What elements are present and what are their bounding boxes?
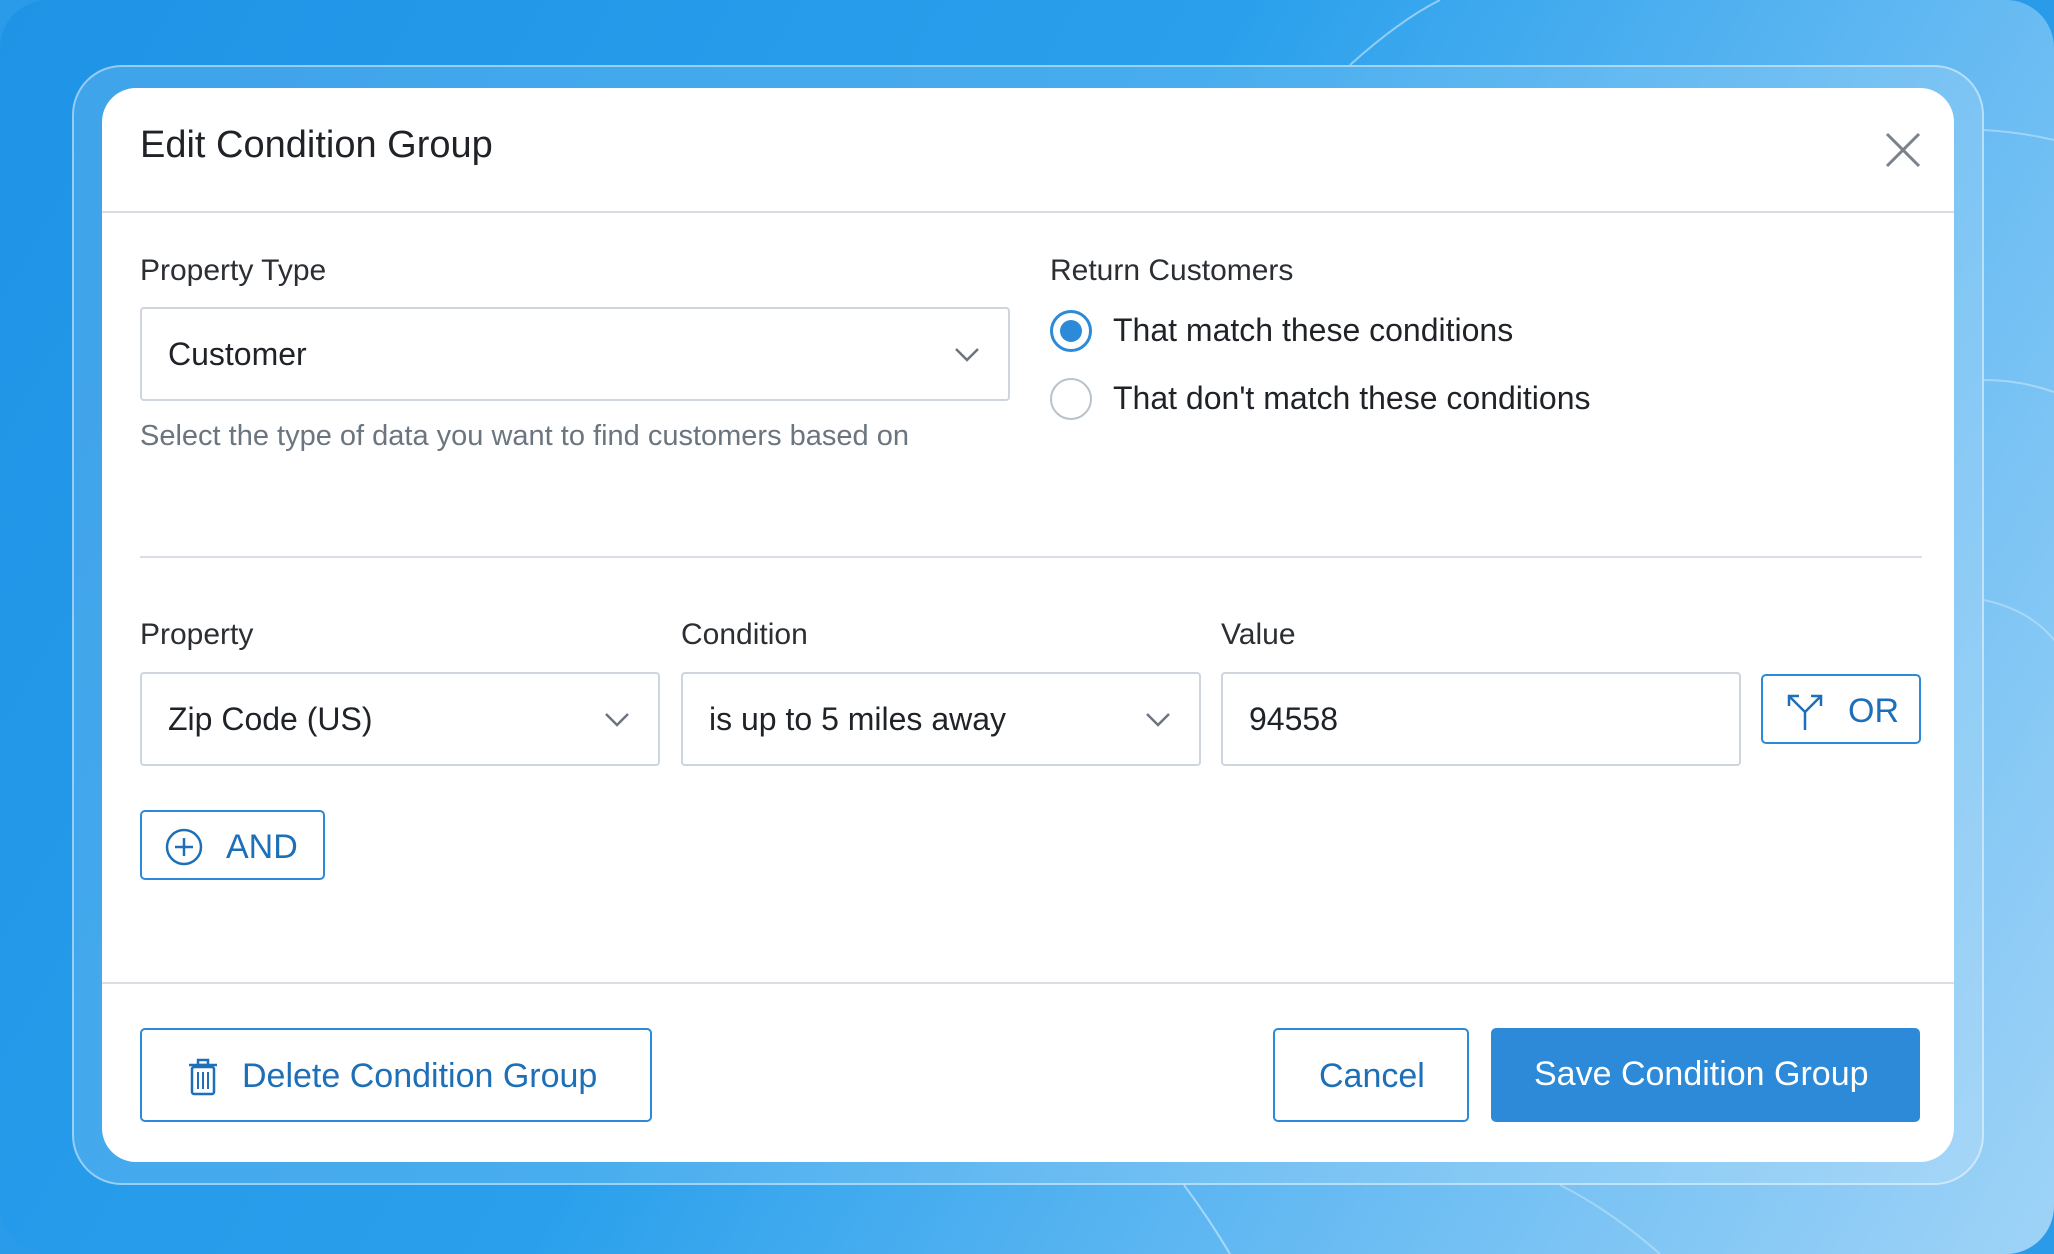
edit-condition-group-dialog: Edit Condition Group Property Type Custo… bbox=[102, 88, 1954, 1162]
section-divider bbox=[140, 556, 1922, 558]
and-button-label: AND bbox=[226, 828, 298, 866]
cancel-button-label: Cancel bbox=[1319, 1057, 1425, 1095]
property-type-value: Customer bbox=[168, 336, 307, 372]
dialog-header: Edit Condition Group bbox=[102, 88, 1954, 213]
plus-circle-icon bbox=[165, 828, 203, 866]
property-type-select[interactable]: Customer bbox=[140, 307, 1010, 401]
chevron-down-icon bbox=[955, 348, 979, 362]
value-input[interactable]: 94558 bbox=[1221, 672, 1741, 766]
footer-divider bbox=[102, 982, 1954, 984]
and-button[interactable]: AND bbox=[140, 810, 325, 880]
radio-button-selected[interactable] bbox=[1050, 310, 1092, 352]
property-type-hint: Select the type of data you want to find… bbox=[140, 420, 909, 452]
save-condition-group-button[interactable]: Save Condition Group bbox=[1491, 1028, 1920, 1122]
radio-match-label: That match these conditions bbox=[1113, 312, 1514, 348]
trash-icon bbox=[189, 1058, 217, 1096]
close-button[interactable] bbox=[1877, 124, 1929, 176]
property-select[interactable]: Zip Code (US) bbox=[140, 672, 660, 766]
condition-select[interactable]: is up to 5 miles away bbox=[681, 672, 1201, 766]
branch-icon bbox=[1787, 694, 1823, 730]
close-icon bbox=[1885, 132, 1921, 168]
property-label: Property bbox=[140, 618, 254, 651]
property-type-label: Property Type bbox=[140, 254, 327, 287]
chevron-down-icon bbox=[605, 713, 629, 727]
value-input-text: 94558 bbox=[1249, 701, 1338, 737]
or-button[interactable]: OR bbox=[1761, 674, 1921, 744]
save-button-label: Save Condition Group bbox=[1534, 1055, 1869, 1093]
radio-dont-match-label: That don't match these conditions bbox=[1113, 380, 1591, 416]
delete-condition-group-button[interactable]: Delete Condition Group bbox=[140, 1028, 652, 1122]
condition-value: is up to 5 miles away bbox=[709, 701, 1007, 737]
return-customers-label: Return Customers bbox=[1050, 254, 1294, 287]
condition-label: Condition bbox=[681, 618, 808, 651]
chevron-down-icon bbox=[1146, 713, 1170, 727]
radio-button-unselected[interactable] bbox=[1050, 378, 1092, 420]
value-label: Value bbox=[1221, 618, 1296, 651]
delete-button-label: Delete Condition Group bbox=[242, 1057, 598, 1095]
or-button-label: OR bbox=[1848, 692, 1899, 730]
dialog-title: Edit Condition Group bbox=[140, 124, 493, 166]
property-value: Zip Code (US) bbox=[168, 701, 373, 737]
cancel-button[interactable]: Cancel bbox=[1273, 1028, 1469, 1122]
